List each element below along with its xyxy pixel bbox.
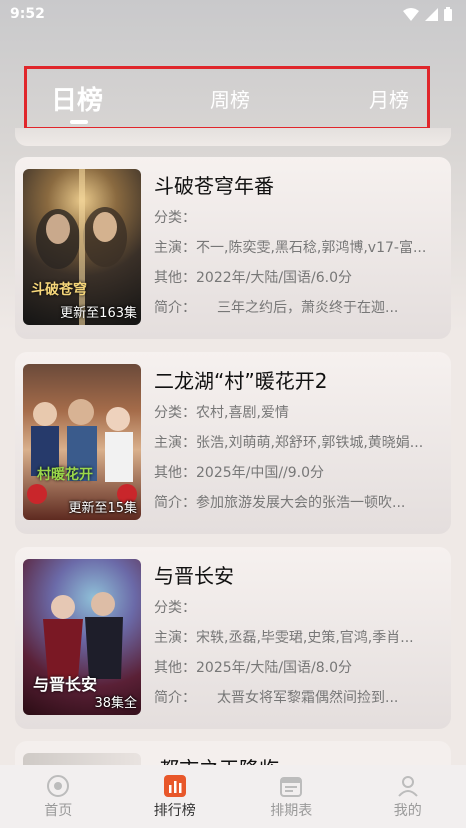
item-cast: 主演：宋轶,丞磊,毕雯珺,史策,官鸿,季肖... <box>154 630 414 646</box>
episode-badge: 更新至163集 <box>60 306 137 321</box>
item-other: 其他：2025年/大陆/国语/8.0分 <box>154 660 353 676</box>
status-bar: 9:52 <box>0 0 466 28</box>
ranking-list: 斗破苍穹 更新至163集 斗破苍穹年番 分类： 主演：不一,陈奕雯,黑石稔,郭鸿… <box>15 157 451 742</box>
item-category: 分类： <box>154 210 196 226</box>
tab-weekly-label: 周榜 <box>209 87 250 112</box>
tab-daily-label: 日榜 <box>51 85 104 116</box>
item-summary: 简介： 太晋女将军黎霜偶然间捡到... <box>154 690 399 706</box>
tab-daily[interactable]: 日榜 <box>27 80 170 124</box>
wifi-icon <box>403 7 419 21</box>
item-summary: 简介： 三年之约后，萧炎终于在迦... <box>154 300 399 316</box>
tab-weekly[interactable]: 周榜 <box>170 84 289 113</box>
poster-image: 斗破苍穹 更新至163集 <box>23 169 141 325</box>
tab-monthly-label: 月榜 <box>368 87 409 112</box>
item-title: 二龙湖“村”暖花开2 <box>154 369 328 393</box>
poster-title-text: 斗破苍穹 <box>31 282 87 298</box>
item-category: 分类： <box>154 600 196 616</box>
item-cast: 主演：张浩,刘萌萌,郑舒环,郭铁城,黄晓娟... <box>154 435 424 451</box>
list-item[interactable]: 斗破苍穹 更新至163集 斗破苍穹年番 分类： 主演：不一,陈奕雯,黑石稔,郭鸿… <box>15 157 451 339</box>
item-other: 其他：2025年/中国//9.0分 <box>154 465 325 481</box>
item-title: 与晋长安 <box>154 564 234 588</box>
item-summary: 简介：参加旅游发展大会的张浩一顿吹... <box>154 495 406 511</box>
poster-image: 村暖花开 更新至15集 <box>23 364 141 520</box>
battery-icon <box>444 7 452 21</box>
tab-active-indicator <box>70 119 88 124</box>
poster-image: 与晋长安 38集全 <box>23 559 141 715</box>
nav-ranking[interactable]: 排行榜 <box>117 774 234 820</box>
tab-monthly[interactable]: 月榜 <box>290 84 427 113</box>
ranking-tabs: 日榜 周榜 月榜 <box>24 66 430 130</box>
item-other: 其他：2022年/大陆/国语/6.0分 <box>154 270 353 286</box>
item-info: 斗破苍穹年番 分类： 主演：不一,陈奕雯,黑石稔,郭鸿博,v17-富... 其他… <box>154 169 441 327</box>
nav-profile[interactable]: 我的 <box>350 774 466 820</box>
previous-card-edge <box>15 128 451 146</box>
item-title: 斗破苍穹年番 <box>154 174 274 198</box>
signal-icon <box>425 7 438 21</box>
nav-home[interactable]: 首页 <box>0 774 117 820</box>
nav-schedule-label: 排期表 <box>270 802 313 819</box>
item-cast: 主演：不一,陈奕雯,黑石稔,郭鸿博,v17-富... <box>154 240 427 256</box>
episode-badge: 38集全 <box>94 696 137 711</box>
bottom-nav: 首页 排行榜 排期表 我的 <box>0 765 466 828</box>
poster-title-text: 与晋长安 <box>33 675 98 694</box>
item-category: 分类：农村,喜剧,爱情 <box>154 405 289 421</box>
nav-profile-label: 我的 <box>393 802 422 819</box>
nav-schedule[interactable]: 排期表 <box>233 774 350 820</box>
nav-home-label: 首页 <box>44 802 73 819</box>
user-icon <box>398 775 418 797</box>
list-item[interactable]: 与晋长安 38集全 与晋长安 分类： 主演：宋轶,丞磊,毕雯珺,史策,官鸿,季肖… <box>15 547 451 729</box>
item-info: 与晋长安 分类： 主演：宋轶,丞磊,毕雯珺,史策,官鸿,季肖... 其他：202… <box>154 559 441 717</box>
item-info: 二龙湖“村”暖花开2 分类：农村,喜剧,爱情 主演：张浩,刘萌萌,郑舒环,郭铁城… <box>154 364 441 522</box>
episode-badge: 更新至15集 <box>68 501 137 516</box>
list-item[interactable]: 村暖花开 更新至15集 二龙湖“村”暖花开2 分类：农村,喜剧,爱情 主演：张浩… <box>15 352 451 534</box>
nav-ranking-label: 排行榜 <box>153 802 196 819</box>
calendar-icon <box>280 776 303 797</box>
poster-title-text: 村暖花开 <box>37 467 93 483</box>
status-time: 9:52 <box>10 6 45 22</box>
ranking-icon <box>163 774 186 797</box>
status-icons <box>403 7 452 21</box>
home-icon <box>47 774 70 797</box>
